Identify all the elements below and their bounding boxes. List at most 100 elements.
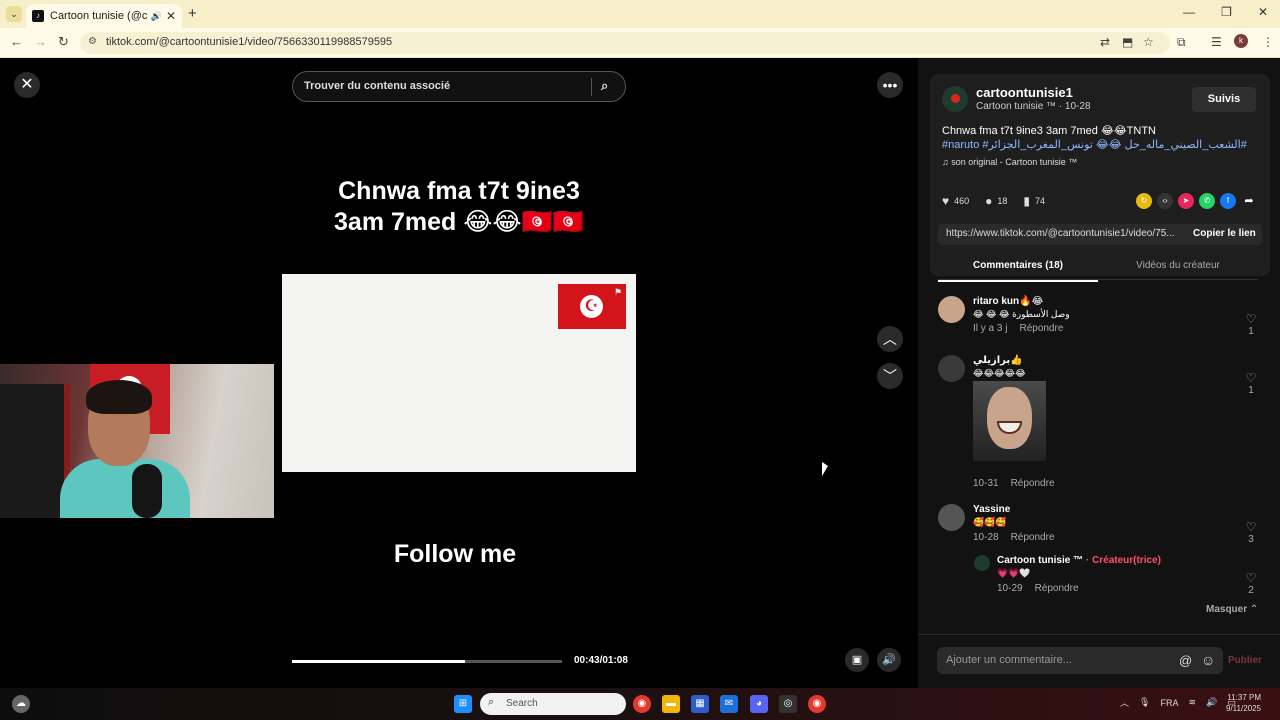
comment-meta: 10-29 Répondre <box>997 583 1079 594</box>
app-icon[interactable]: ◎ <box>779 695 797 713</box>
creator-username[interactable]: cartoontunisie1 <box>976 85 1073 100</box>
share-arrow-icon[interactable]: ➦ <box>1241 193 1257 209</box>
commenter-avatar[interactable] <box>938 355 965 382</box>
creator-reply-avatar[interactable] <box>974 555 990 571</box>
taskbar-search-label: Search <box>506 698 538 709</box>
profile-avatar[interactable]: k <box>1234 34 1248 48</box>
tab-creator-videos[interactable]: Vidéos du créateur <box>1098 260 1258 271</box>
creator-reply-name[interactable]: Cartoon tunisie ™ · Créateur(trice) <box>997 555 1161 566</box>
back-icon[interactable]: ← <box>10 34 23 49</box>
window-close-icon[interactable]: ✕ <box>1258 5 1268 19</box>
discord-icon[interactable]: ◕ <box>750 695 768 713</box>
tab-search-icon[interactable]: ⌄ <box>6 6 22 22</box>
sound-link[interactable]: ♫ son original - Cartoon tunisie ™ <box>942 157 1077 167</box>
publish-button[interactable]: Publier <box>1228 655 1262 666</box>
minimize-icon[interactable]: — <box>1183 5 1195 19</box>
start-icon[interactable]: ⊞ <box>454 695 472 713</box>
reply-button[interactable]: Répondre <box>1019 323 1063 334</box>
video-hashtags[interactable]: #naruto #الشعب_الصيني_ماله_حل 😂😂 تونس_ال… <box>942 138 1247 151</box>
extensions-icon[interactable]: ⧉ <box>1177 35 1186 50</box>
facebook-icon[interactable]: f <box>1220 193 1236 209</box>
browser-tab[interactable]: ♪ Cartoon tunisie (@ca 🔊 ✕ <box>26 4 182 28</box>
reload-icon[interactable]: ↻ <box>58 34 69 50</box>
commenter-name[interactable]: Yassine <box>973 504 1010 515</box>
weather-icon[interactable]: ☁ <box>12 695 30 713</box>
taskbar-search[interactable]: ⌕ Search <box>480 693 626 715</box>
whatsapp-icon[interactable]: ✆ <box>1199 193 1215 209</box>
webcam-overlay <box>0 364 274 518</box>
reply-button[interactable]: Répondre <box>1011 532 1055 543</box>
reply-button[interactable]: Répondre <box>1011 478 1055 489</box>
video-progress-bar[interactable] <box>292 660 562 663</box>
comment-input[interactable]: Ajouter un commentaire... @ ☺ <box>937 647 1223 674</box>
video-player[interactable]: Trouver du contenu associé ⌕ Chnwa fma t… <box>282 58 636 688</box>
comment-like[interactable]: ♡ 1 <box>1244 371 1258 396</box>
emoji-icon[interactable]: ☺ <box>1201 652 1215 668</box>
microphone-icon[interactable]: 🎙 <box>1139 697 1150 708</box>
heart-outline-icon: ♡ <box>1245 520 1257 534</box>
chrome-active-icon[interactable]: ◉ <box>808 695 826 713</box>
comment-composer: Ajouter un commentaire... @ ☺ Publier <box>918 634 1280 688</box>
commenter-name[interactable]: برازيلي👍 <box>973 355 1023 366</box>
site-info-icon[interactable]: ⚙ <box>88 36 97 47</box>
video-link-text: https://www.tiktok.com/@cartoontunisie1/… <box>946 228 1175 239</box>
speaker-tray-icon[interactable]: 🔊 <box>1206 697 1217 708</box>
language-indicator[interactable]: FRA <box>1160 698 1178 708</box>
video-link-field[interactable]: https://www.tiktok.com/@cartoontunisie1/… <box>938 224 1262 245</box>
creator-avatar[interactable] <box>942 86 968 112</box>
menu-icon[interactable]: ⋮ <box>1262 35 1274 49</box>
comment-stat[interactable]: ● 18 <box>985 194 1007 208</box>
video-frame: ☪ ⚑ <box>282 274 636 472</box>
mini-player-icon[interactable]: ▣ <box>845 648 869 672</box>
embed-icon[interactable]: ‹› <box>1157 193 1173 209</box>
search-icon[interactable]: ⌕ <box>601 78 608 94</box>
taskbar-clock[interactable]: 11:37 PM 9/11/2025 <box>1226 692 1261 714</box>
speaker-icon[interactable]: 🔊 <box>151 11 162 22</box>
save-stat[interactable]: ▮ 74 <box>1023 194 1045 208</box>
hide-replies-button[interactable]: Masquer ⌃ <box>1206 604 1258 615</box>
reply-button[interactable]: Répondre <box>1035 583 1079 594</box>
volume-icon[interactable]: 🔊 <box>877 648 901 672</box>
wifi-icon[interactable]: ≋ <box>1188 697 1196 708</box>
comment-like[interactable]: ♡ 1 <box>1244 312 1258 337</box>
copy-link-button[interactable]: Copier le lien <box>1185 224 1262 245</box>
video-description: Chnwa fma t7t 9ine3 3am 7med 😂😂TNTN <box>942 125 1157 137</box>
related-search-input[interactable]: Trouver du contenu associé ⌕ <box>292 71 626 102</box>
tray-chevron-icon[interactable]: ︿ <box>1120 696 1129 709</box>
forward-icon[interactable]: → <box>34 34 47 49</box>
commenter-avatar[interactable] <box>938 504 965 531</box>
clock-date: 9/11/2025 <box>1226 704 1261 713</box>
store-icon[interactable]: ▦ <box>691 695 709 713</box>
window-controls: — ❐ ✕ <box>1183 5 1268 19</box>
mention-icon[interactable]: @ <box>1179 653 1192 668</box>
mail-icon[interactable]: ✉ <box>720 695 738 713</box>
file-explorer-icon[interactable]: ▬ <box>662 695 680 713</box>
comment-text: 🥰🥰🥰 <box>973 517 1007 527</box>
bookmark-star-icon[interactable]: ☆ <box>1143 35 1154 49</box>
chrome-icon[interactable]: ◉ <box>633 695 651 713</box>
translate-icon[interactable]: ⇄ <box>1100 35 1110 49</box>
previous-video-icon[interactable]: ︿ <box>877 326 903 352</box>
send-icon[interactable]: ➤ <box>1178 193 1194 209</box>
next-video-icon[interactable]: ﹀ <box>877 363 903 389</box>
commenter-name[interactable]: ritaro kun🔥😂 <box>973 296 1043 307</box>
url-field[interactable]: ⚙ tiktok.com/@cartoontunisie1/video/7566… <box>80 32 1170 54</box>
maximize-icon[interactable]: ❐ <box>1221 5 1232 19</box>
following-button[interactable]: Suivis <box>1192 87 1256 112</box>
repost-icon[interactable]: ↻ <box>1136 193 1152 209</box>
like-stat[interactable]: ♥ 460 <box>942 194 969 208</box>
comment-like[interactable]: ♡ 3 <box>1244 520 1258 545</box>
tab-close-icon[interactable]: ✕ <box>166 9 176 23</box>
install-icon[interactable]: ⬒ <box>1122 35 1133 49</box>
tab-comments[interactable]: Commentaires (18) <box>938 260 1098 282</box>
comment-item: برازيلي👍 😂😂😂😂😂 10-31 Répondre ♡ 1 <box>938 355 1268 495</box>
comment-like[interactable]: ♡ 2 <box>1244 571 1258 596</box>
creator-subline: Cartoon tunisie ™ · 10-28 <box>976 101 1091 112</box>
comment-item: ritaro kun🔥😂 😂 😂 😂 وصل الأسطورة Il y a 3… <box>938 296 1268 337</box>
new-tab-icon[interactable]: + <box>188 5 197 22</box>
more-options-icon[interactable]: ••• <box>877 72 903 98</box>
commenter-avatar[interactable] <box>938 296 965 323</box>
reading-list-icon[interactable]: ☰ <box>1211 35 1222 49</box>
comment-meta: 10-28 Répondre <box>973 532 1055 543</box>
close-icon[interactable]: ✕ <box>14 72 40 98</box>
